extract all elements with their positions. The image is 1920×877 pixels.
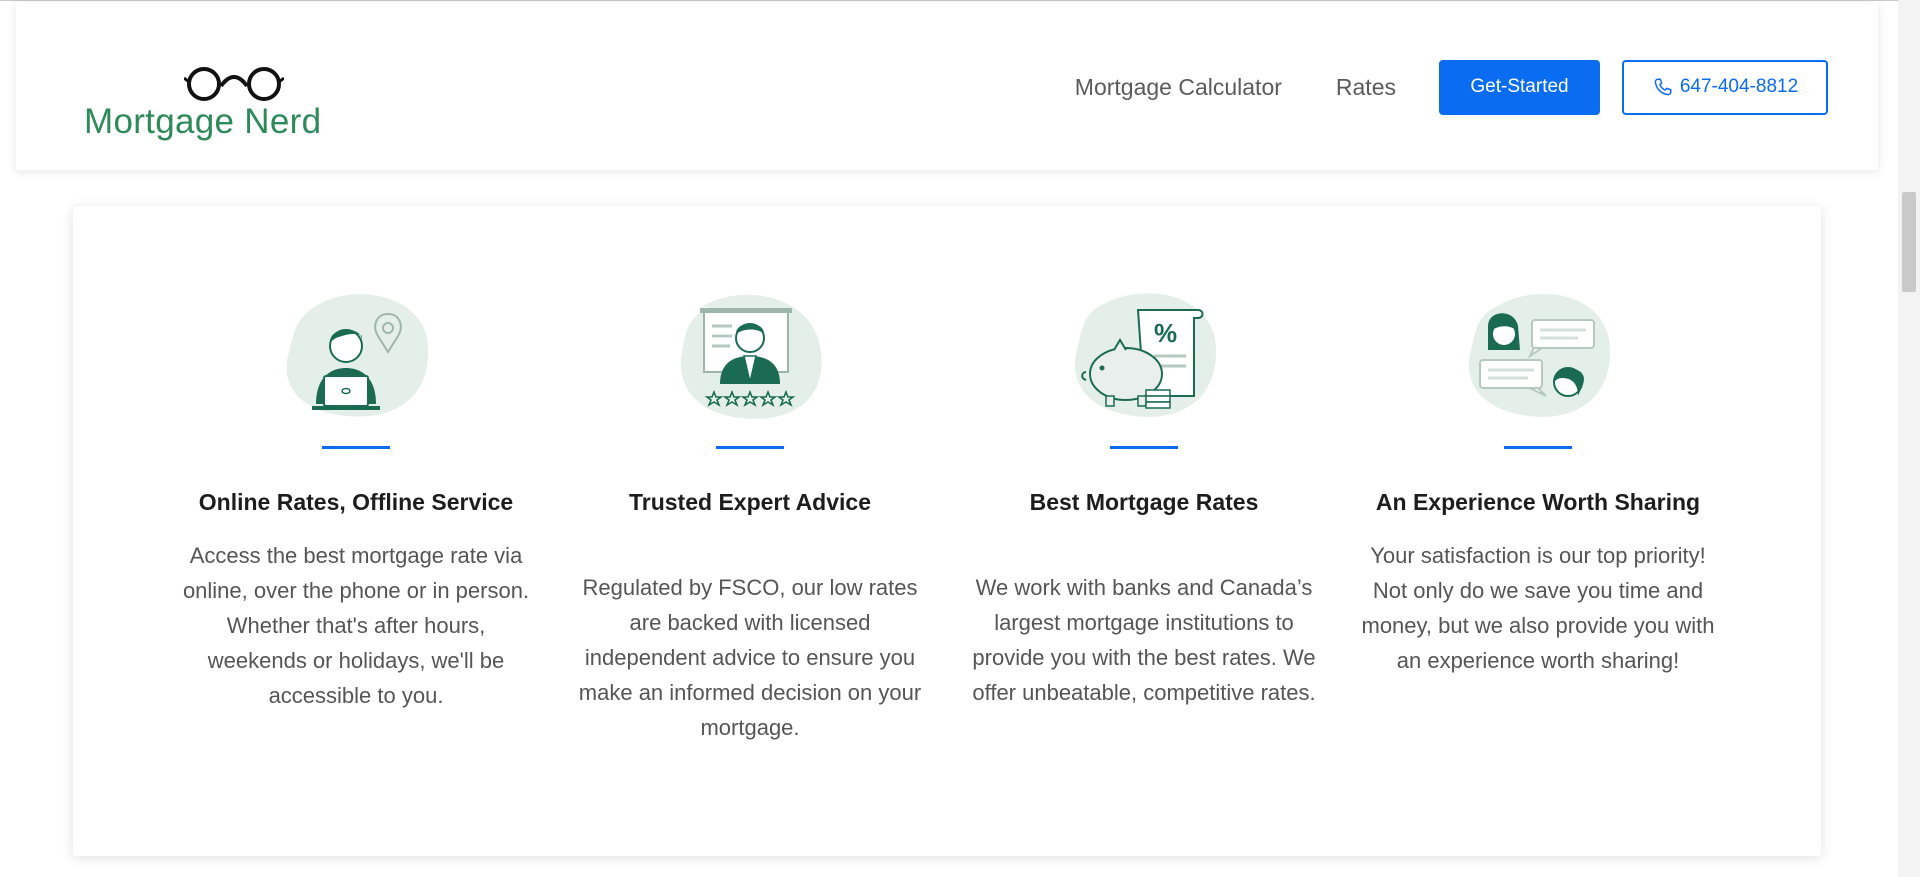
glasses-logo-icon (184, 67, 284, 101)
main-nav: Mortgage Calculator Rates Get-Started 64… (1075, 59, 1828, 115)
phone-icon (1654, 78, 1672, 96)
phone-number: 647-404-8812 (1679, 76, 1799, 97)
chat-people-icon (1458, 286, 1618, 426)
nav-mortgage-calculator[interactable]: Mortgage Calculator (1075, 74, 1282, 101)
phone-button[interactable]: 647-404-8812 (1622, 59, 1828, 115)
feature-online-rates: Online Rates, Offline Service Access the… (171, 286, 541, 713)
remote-worker-icon (276, 286, 436, 426)
scrollbar-thumb[interactable] (1902, 192, 1916, 292)
vertical-scrollbar[interactable] (1898, 0, 1920, 877)
feature-divider (1110, 446, 1178, 449)
feature-description: Regulated by FSCO, our low rates are bac… (578, 575, 922, 740)
get-started-button[interactable]: Get-Started (1439, 59, 1600, 115)
feature-description: Access the best mortgage rate via online… (182, 543, 530, 708)
feature-experience: An Experience Worth Sharing Your satisfa… (1353, 286, 1723, 678)
feature-title: Best Mortgage Rates (1029, 489, 1259, 515)
features-card: Online Rates, Offline Service Access the… (73, 206, 1821, 856)
feature-description: Your satisfaction is our top priority! N… (1361, 543, 1715, 673)
site-logo[interactable]: Mortgage Nerd (84, 62, 354, 152)
svg-text:%: % (1154, 318, 1177, 348)
piggy-bank-percent-icon: % (1064, 286, 1224, 426)
feature-title: Online Rates, Offline Service (198, 489, 514, 515)
nav-rates[interactable]: Rates (1336, 74, 1396, 101)
expert-advisor-icon (670, 286, 830, 426)
logo-wordmark: Mortgage Nerd (84, 102, 322, 141)
feature-divider (322, 446, 390, 449)
site-header: Mortgage Nerd Mortgage Calculator Rates … (16, 2, 1878, 170)
feature-divider (716, 446, 784, 449)
feature-expert-advice: Trusted Expert Advice Regulated by FSCO,… (565, 286, 935, 745)
feature-title: An Experience Worth Sharing (1375, 489, 1701, 515)
window-top-border (0, 0, 1920, 1)
feature-title: Trusted Expert Advice (628, 489, 871, 515)
feature-divider (1504, 446, 1572, 449)
feature-best-rates: % Best Mortgage Rates We work with banks… (959, 286, 1329, 710)
feature-description: We work with banks and Canada’s largest … (972, 575, 1316, 705)
